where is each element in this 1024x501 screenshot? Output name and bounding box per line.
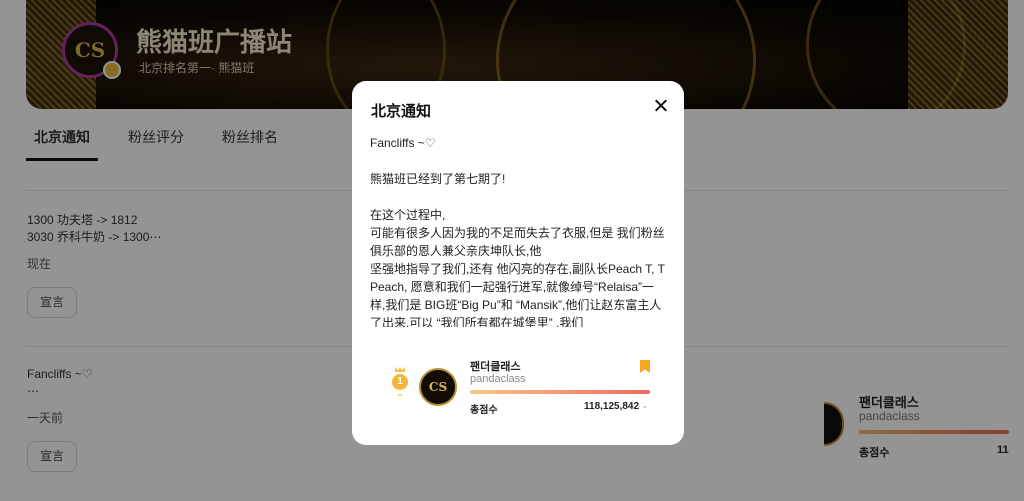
modal-title: 北京通知	[371, 103, 432, 120]
medal-base	[398, 394, 402, 396]
gold-medal-icon: 1	[392, 367, 408, 401]
avatar-logo: CS	[428, 380, 448, 394]
rank-handle: pandaclass	[470, 373, 526, 385]
medal-rank: 1	[392, 374, 408, 390]
chevron-down-icon[interactable]: ⌄	[641, 400, 649, 411]
body-line: Fancliffs ~♡	[370, 136, 436, 150]
rank-name: 팬더클래스	[470, 361, 521, 373]
crown-icon	[395, 367, 405, 372]
score-bar	[470, 390, 650, 394]
rank-card[interactable]: 1 CS 팬더클래스 pandaclass 총점수 118,125,842 ⌄	[352, 351, 684, 421]
avatar: CS	[419, 368, 457, 406]
body-line: 坚强地指导了我们,还有 他闪亮的存在,副队长Peach T, T Peach, …	[370, 262, 665, 327]
modal-body[interactable]: Fancliffs ~♡ 熊猫班已经到了第七期了! 在这个过程中, 可能有很多人…	[370, 134, 668, 327]
notice-modal: 北京通知 Fancliffs ~♡ 熊猫班已经到了第七期了! 在这个过程中, 可…	[352, 81, 684, 445]
close-icon[interactable]	[652, 97, 670, 115]
body-line: 在这个过程中,	[370, 208, 446, 222]
total-label: 총점수	[470, 405, 498, 416]
body-line: 熊猫班已经到了第七期了!	[370, 172, 506, 186]
body-line: 可能有很多人因为我的不足而失去了衣服,但是 我们粉丝俱乐部的恩人兼父亲庆坤队长,…	[370, 226, 665, 258]
total-value: 118,125,842	[584, 401, 640, 412]
bookmark-icon[interactable]	[640, 360, 650, 373]
